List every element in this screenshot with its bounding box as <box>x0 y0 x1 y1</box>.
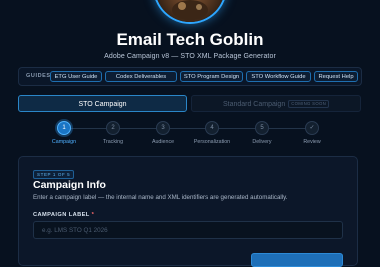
coming-soon-badge: COMING SOON <box>288 100 330 109</box>
step-review-label: Review <box>303 139 321 145</box>
step-4-label: Personalization <box>193 139 231 145</box>
required-marker: * <box>91 212 95 218</box>
campaign-info-panel: STEP 1 OF 5 Campaign Info Enter a campai… <box>18 156 358 267</box>
step-3-label: Audience <box>151 139 175 145</box>
panel-title: Campaign Info <box>33 179 106 191</box>
campaign-label-text: CAMPAIGN LABEL <box>33 212 90 218</box>
guide-link-codex-deliverables[interactable]: Codex Deliverables <box>105 71 177 82</box>
guide-link-sto-workflow-guide[interactable]: STO Workflow Guide <box>246 71 311 82</box>
tab-standard-campaign: Standard Campaign COMING SOON <box>191 95 361 112</box>
panel-description: Enter a campaign label — the internal na… <box>33 194 288 201</box>
goblin-avatar-image <box>172 0 208 20</box>
step-5-label: Delivery <box>252 139 272 145</box>
step-3-audience[interactable]: 3 <box>156 121 170 135</box>
step-1-label: Campaign <box>51 139 77 145</box>
guides-label: GUIDES <box>26 73 51 79</box>
step-4-personalization[interactable]: 4 <box>205 121 219 135</box>
step-2-tracking[interactable]: 2 <box>106 121 120 135</box>
guide-link-request-help[interactable]: Request Help <box>314 71 358 82</box>
tab-standard-campaign-label: Standard Campaign <box>222 101 286 108</box>
step-2-label: Tracking <box>102 139 124 145</box>
guide-link-sto-program-design[interactable]: STO Program Design <box>180 71 243 82</box>
app-subtitle: Adobe Campaign v8 — STO XML Package Gene… <box>104 53 276 60</box>
campaign-label-input[interactable] <box>33 221 343 239</box>
guide-link-etg-user-guide[interactable]: ETG User Guide <box>50 71 102 82</box>
goblin-avatar <box>155 0 225 22</box>
tab-sto-campaign[interactable]: STO Campaign <box>18 95 187 112</box>
step-indicator-badge: STEP 1 OF 5 <box>33 170 75 179</box>
step-1-campaign[interactable]: 1 <box>57 121 71 135</box>
tab-sto-campaign-label: STO Campaign <box>78 101 127 108</box>
continue-button[interactable] <box>251 253 343 267</box>
app-title: Email Tech Goblin <box>116 30 264 49</box>
step-review-checkmark-icon[interactable]: ✓ <box>305 121 319 135</box>
step-5-delivery[interactable]: 5 <box>255 121 269 135</box>
guides-bar: GUIDES ETG User Guide Codex Deliverables… <box>18 67 362 86</box>
campaign-label-field-label: CAMPAIGN LABEL * <box>33 212 94 218</box>
